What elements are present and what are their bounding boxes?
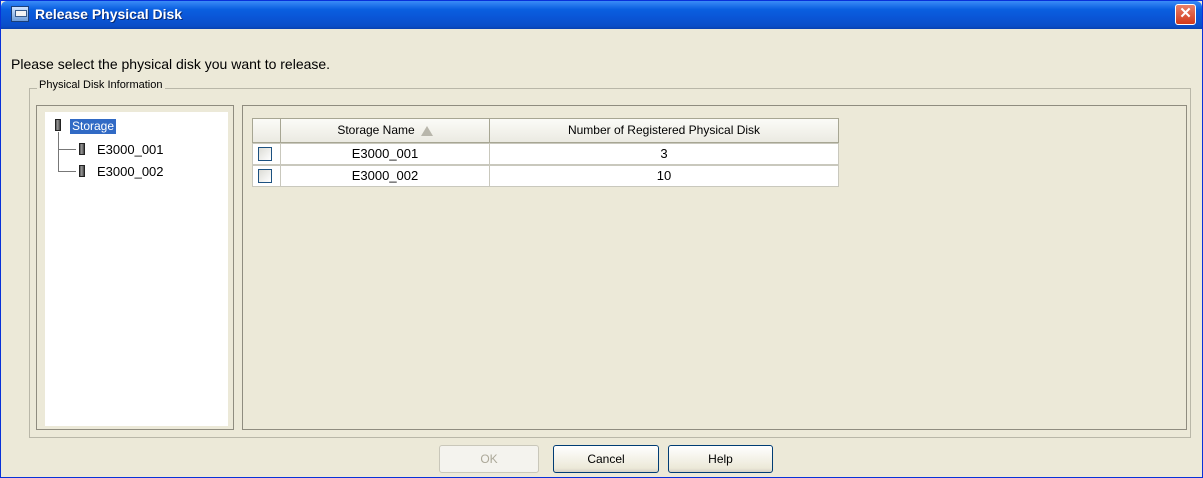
table-cell-storage-name[interactable]: E3000_002 <box>280 165 490 187</box>
storage-tree[interactable] <box>45 112 228 426</box>
ok-button[interactable]: OK <box>439 445 539 473</box>
row-checkbox[interactable] <box>258 169 272 183</box>
tree-root-storage[interactable]: Storage <box>70 119 117 134</box>
release-physical-disk-dialog: Release Physical Disk ✕ Please select th… <box>0 0 1203 478</box>
storage-device-icon <box>79 165 85 177</box>
row-checkbox[interactable] <box>258 147 272 161</box>
instruction-text: Please select the physical disk you want… <box>11 56 331 72</box>
table-cell-registered-count[interactable]: 3 <box>489 143 839 165</box>
storage-icon <box>55 119 61 131</box>
sort-ascending-icon <box>420 125 433 136</box>
column-header-registered-count[interactable]: Number of Registered Physical Disk <box>489 118 839 143</box>
select-column-header <box>252 118 281 143</box>
tree-connector <box>58 132 59 172</box>
table-cell-registered-count[interactable]: 10 <box>489 165 839 187</box>
tree-item-e3000-002[interactable]: E3000_002 <box>97 164 164 179</box>
title-bar[interactable]: Release Physical Disk ✕ <box>1 1 1202 29</box>
column-header-registered-count-label: Number of Registered Physical Disk <box>567 123 761 137</box>
tree-connector <box>58 171 76 172</box>
column-header-storage-name-label: Storage Name <box>337 123 415 137</box>
group-label: Physical Disk Information <box>37 79 165 91</box>
storage-device-icon <box>79 143 85 155</box>
close-icon[interactable]: ✕ <box>1175 4 1196 25</box>
window-title: Release Physical Disk <box>35 6 183 22</box>
column-header-storage-name[interactable]: Storage Name <box>280 118 490 143</box>
tree-item-e3000-001[interactable]: E3000_001 <box>97 142 164 157</box>
cancel-button[interactable]: Cancel <box>553 445 659 473</box>
tree-connector <box>58 149 76 150</box>
help-button[interactable]: Help <box>668 445 773 473</box>
table-cell-storage-name[interactable]: E3000_001 <box>280 143 490 165</box>
disk-icon <box>11 6 29 22</box>
